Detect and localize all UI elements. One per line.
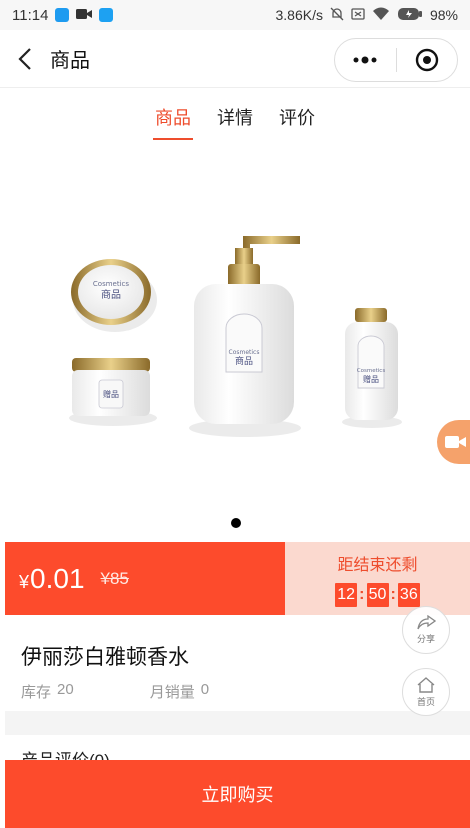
app-notification-icon	[55, 8, 70, 22]
product-photo: Cosmetics 商品 赠品 Cosmetics 商品 Cosmetics 赠…	[69, 236, 402, 437]
countdown-minutes: 50	[366, 582, 389, 607]
product-info: 伊丽莎白雅顿香水 库存 20 月销量 0	[5, 615, 470, 711]
home-label: 首页	[416, 697, 435, 707]
jar-lid-text: 商品	[101, 288, 121, 301]
current-price: ¥0.01	[19, 563, 85, 595]
buy-now-button[interactable]: 立即购买	[5, 760, 470, 828]
share-button[interactable]: 分享	[402, 606, 450, 654]
tab-product[interactable]: 商品	[153, 98, 193, 140]
miniprogram-capsule	[334, 38, 458, 82]
chevron-left-icon	[18, 47, 31, 70]
small-bottle-brand: Cosmetics	[357, 368, 386, 374]
tab-details[interactable]: 详情	[215, 98, 255, 138]
nav-bar: 商品	[0, 30, 470, 88]
product-name: 伊丽莎白雅顿香水	[21, 646, 189, 669]
tab-reviews[interactable]: 评价	[277, 98, 317, 138]
back-button[interactable]	[0, 30, 50, 88]
video-camera-icon	[76, 7, 93, 24]
page-title: 商品	[50, 50, 90, 72]
timer-separator: :	[390, 585, 396, 603]
flash-sale-countdown: 距结束还剩 12 : 50 : 36	[285, 542, 470, 615]
home-button[interactable]: 首页	[402, 668, 450, 716]
countdown-timer: 12 : 50 : 36	[335, 582, 420, 607]
carousel-indicator-dot[interactable]	[231, 518, 241, 528]
video-camera-icon	[445, 436, 466, 448]
pump-bottle-text: 商品	[235, 355, 253, 367]
price-amount: 0.01	[30, 562, 85, 594]
monthly-sales-label: 月销量	[149, 684, 195, 701]
jar-label-text: 赠品	[103, 389, 119, 399]
product-image-carousel[interactable]: Cosmetics 商品 赠品 Cosmetics 商品 Cosmetics 赠…	[0, 150, 470, 540]
monthly-sales-value: 0	[200, 681, 210, 698]
close-miniprogram-button[interactable]	[397, 39, 458, 81]
section-divider	[5, 711, 470, 735]
status-time: 11:14	[12, 6, 49, 24]
more-dots-icon	[353, 56, 377, 64]
mute-icon	[330, 7, 344, 24]
sim-icon	[351, 7, 365, 24]
network-speed: 3.86K/s	[275, 7, 323, 23]
detail-tabs: 商品 详情 评价	[0, 98, 470, 142]
currency-symbol: ¥	[19, 571, 30, 592]
battery-level: 98%	[429, 7, 458, 23]
status-bar: 11:14 3.86K/s 98%	[0, 0, 470, 30]
target-circle-icon	[415, 48, 438, 72]
wifi-icon	[372, 7, 390, 24]
small-bottle-text: 赠品	[363, 374, 379, 384]
countdown-seconds: 36	[397, 582, 420, 607]
jar-lid-brand: Cosmetics	[93, 280, 129, 288]
timer-separator: :	[359, 585, 365, 603]
original-price: ¥85	[100, 568, 129, 588]
stock-label: 库存	[21, 684, 52, 701]
countdown-hours: 12	[335, 582, 358, 607]
more-button[interactable]	[335, 39, 396, 81]
pump-bottle-brand: Cosmetics	[229, 349, 260, 356]
battery-icon	[397, 7, 423, 24]
home-icon	[417, 677, 435, 693]
share-icon	[417, 615, 436, 630]
price-bar: ¥0.01 ¥85	[5, 542, 285, 615]
stock-value: 20	[57, 681, 74, 698]
app-notification-icon-2	[99, 8, 114, 22]
share-label: 分享	[416, 634, 435, 644]
countdown-label: 距结束还剩	[337, 556, 418, 574]
